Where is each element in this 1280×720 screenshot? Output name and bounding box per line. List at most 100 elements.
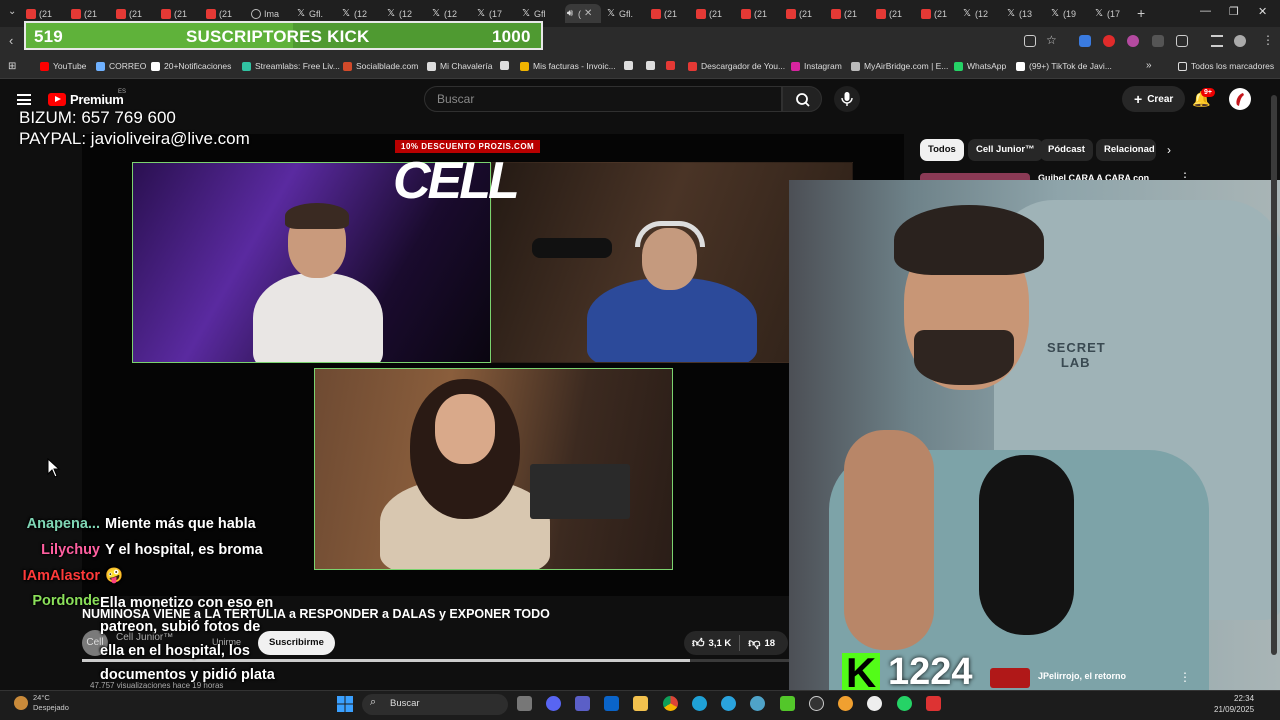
screen-cast-icon[interactable] <box>1024 35 1036 47</box>
recommended-menu-icon-2[interactable]: ⋮ <box>1179 670 1191 684</box>
outlook-icon[interactable] <box>604 696 619 711</box>
browser-tab[interactable]: 𝕏 (19 <box>1050 4 1091 23</box>
kick-goal-title: SUSCRIPTORES KICK <box>186 27 370 46</box>
kick-goal-target: 1000 <box>492 27 531 46</box>
browser-tab[interactable]: (21 <box>696 4 737 23</box>
browser-tab[interactable]: (21 <box>786 4 827 23</box>
browser-tab[interactable]: (21 <box>876 4 917 23</box>
bookmark-item[interactable]: Descargador de You... <box>688 61 785 71</box>
chip-cell-junior[interactable]: Cell Junior™ <box>968 139 1043 161</box>
bookmark-item[interactable] <box>500 61 509 70</box>
extensions-puzzle-icon[interactable] <box>1176 35 1188 47</box>
bookmark-item[interactable]: MyAirBridge.com | E... <box>851 61 948 71</box>
scrollbar-thumb[interactable] <box>1271 95 1277 655</box>
chat-message: Pordonde <box>10 593 100 609</box>
browser-tab[interactable]: 𝕏 (17 <box>1094 4 1135 23</box>
bookmark-label: Mis facturas - Invoic... <box>533 61 616 71</box>
create-button[interactable]: + Crear <box>1122 86 1186 112</box>
weather-widget[interactable]: 24°C Despejado <box>14 693 69 713</box>
green-app-icon[interactable] <box>780 696 795 711</box>
app-icon-white[interactable] <box>867 696 882 711</box>
chips-next-chevron-icon[interactable]: › <box>1167 143 1171 157</box>
like-button[interactable]: 👍︎ 3,1 K <box>684 636 731 651</box>
bookmark-item[interactable]: Mis facturas - Invoic... <box>520 61 616 71</box>
close-tab-icon[interactable]: ✕ <box>584 8 592 19</box>
new-tab-button[interactable]: + <box>1137 5 1145 21</box>
bookmark-label: YouTube <box>53 61 87 71</box>
search-input[interactable]: Buscar <box>424 86 782 112</box>
extension-red-icon[interactable] <box>1103 35 1115 47</box>
bookmark-item[interactable]: Socialblade.com <box>343 61 418 71</box>
browser-tab[interactable]: 𝕏 Gfl. <box>606 4 647 23</box>
streamer-beard <box>914 330 1014 385</box>
cell-logo: CELL <box>393 152 520 210</box>
chrome-icon[interactable] <box>663 696 678 711</box>
bookmark-item[interactable] <box>646 61 655 70</box>
windows-start-icon[interactable] <box>337 696 353 712</box>
back-button[interactable]: ‹ <box>9 33 13 48</box>
extension-gray-icon[interactable] <box>1152 35 1164 47</box>
bookmark-item[interactable]: Streamlabs: Free Liv... <box>242 61 340 71</box>
discord-icon[interactable] <box>546 696 561 711</box>
minimize-button[interactable]: — <box>1200 5 1211 17</box>
chip-podcast[interactable]: Pódcast <box>1040 139 1093 161</box>
browser-tab[interactable]: 𝕏 (13 <box>1006 4 1047 23</box>
microphone-icon <box>841 92 853 106</box>
recommended-thumbnail-2[interactable] <box>990 668 1030 688</box>
bookmark-item[interactable]: CORREO <box>96 61 146 71</box>
dislike-button[interactable]: 👎︎ 18 <box>748 636 775 651</box>
browser-tab[interactable]: (21 <box>831 4 872 23</box>
search-button[interactable] <box>782 86 822 112</box>
system-clock[interactable]: 22:34 21/09/2025 <box>1214 693 1254 715</box>
task-view-icon[interactable] <box>517 696 532 711</box>
chat-username: Anapena... <box>26 516 100 532</box>
teams-icon[interactable] <box>575 696 590 711</box>
bookmark-star-icon[interactable]: ☆ <box>1046 33 1057 47</box>
bookmark-item[interactable]: 20+Notificaciones <box>151 61 231 71</box>
extension-blue-icon[interactable] <box>1079 35 1091 47</box>
bookmark-item[interactable] <box>624 61 633 70</box>
all-bookmarks-folder[interactable]: Todos los marcadores <box>1178 61 1274 71</box>
chat-text: Y el hospital, es broma <box>105 542 263 558</box>
telegram-icon[interactable] <box>721 696 736 711</box>
browser-tab[interactable]: (21 <box>651 4 692 23</box>
bookmark-item[interactable]: Mi Chavalería <box>427 61 492 71</box>
browser-tab[interactable]: 🔊︎ (✕ <box>565 4 601 23</box>
bookmark-item[interactable]: Instagram <box>791 61 842 71</box>
browser-menu-icon[interactable]: ⋮ <box>1262 33 1274 47</box>
voice-search-button[interactable] <box>834 86 860 112</box>
bookmark-item[interactable]: YouTube <box>40 61 86 71</box>
youtube-icon <box>831 8 841 19</box>
chip-todos[interactable]: Todos <box>920 139 964 161</box>
browser-tab[interactable]: (21 <box>921 4 962 23</box>
extension-heart-icon[interactable] <box>1127 35 1139 47</box>
app-icon-orange[interactable] <box>838 696 853 711</box>
x-icon: 𝕏 <box>341 7 351 19</box>
more-bookmarks-chevron-icon[interactable]: » <box>1146 60 1152 71</box>
youtube-premium-logo[interactable]: Premium <box>48 92 124 107</box>
account-avatar[interactable] <box>1229 88 1251 110</box>
apps-grid-icon[interactable]: ⊞ <box>8 61 16 72</box>
globe-app-icon[interactable] <box>750 696 765 711</box>
maximize-button[interactable]: ❐ <box>1229 5 1239 18</box>
guide-menu-icon[interactable] <box>17 94 31 105</box>
tab-search-button[interactable]: ⌄ <box>8 6 16 17</box>
bookmark-item[interactable]: (99+) TikTok de Javi... <box>1016 61 1112 71</box>
close-window-button[interactable]: ✕ <box>1258 5 1267 18</box>
taskbar-search-input[interactable]: Buscar <box>362 694 508 715</box>
chip-relacionados[interactable]: Relacionad <box>1096 139 1156 161</box>
browser-tab[interactable]: (21 <box>741 4 782 23</box>
browser-tab[interactable]: 𝕏 (12 <box>962 4 1003 23</box>
edge-icon[interactable] <box>692 696 707 711</box>
media-control-icon[interactable] <box>1211 35 1223 47</box>
bookmark-item[interactable]: WhatsApp <box>954 61 1006 71</box>
tab-label: Gfl. <box>309 8 324 19</box>
file-explorer-icon[interactable] <box>633 696 648 711</box>
snipping-tool-icon[interactable] <box>926 696 941 711</box>
bookmark-item[interactable] <box>666 61 675 70</box>
profile-avatar-icon[interactable] <box>1234 35 1246 47</box>
obs-icon[interactable] <box>809 696 824 711</box>
recommended-title-2[interactable]: JPelirrojo, el retorno <box>1038 671 1126 681</box>
whatsapp-icon[interactable] <box>897 696 912 711</box>
x-icon: 𝕏 <box>296 7 306 19</box>
